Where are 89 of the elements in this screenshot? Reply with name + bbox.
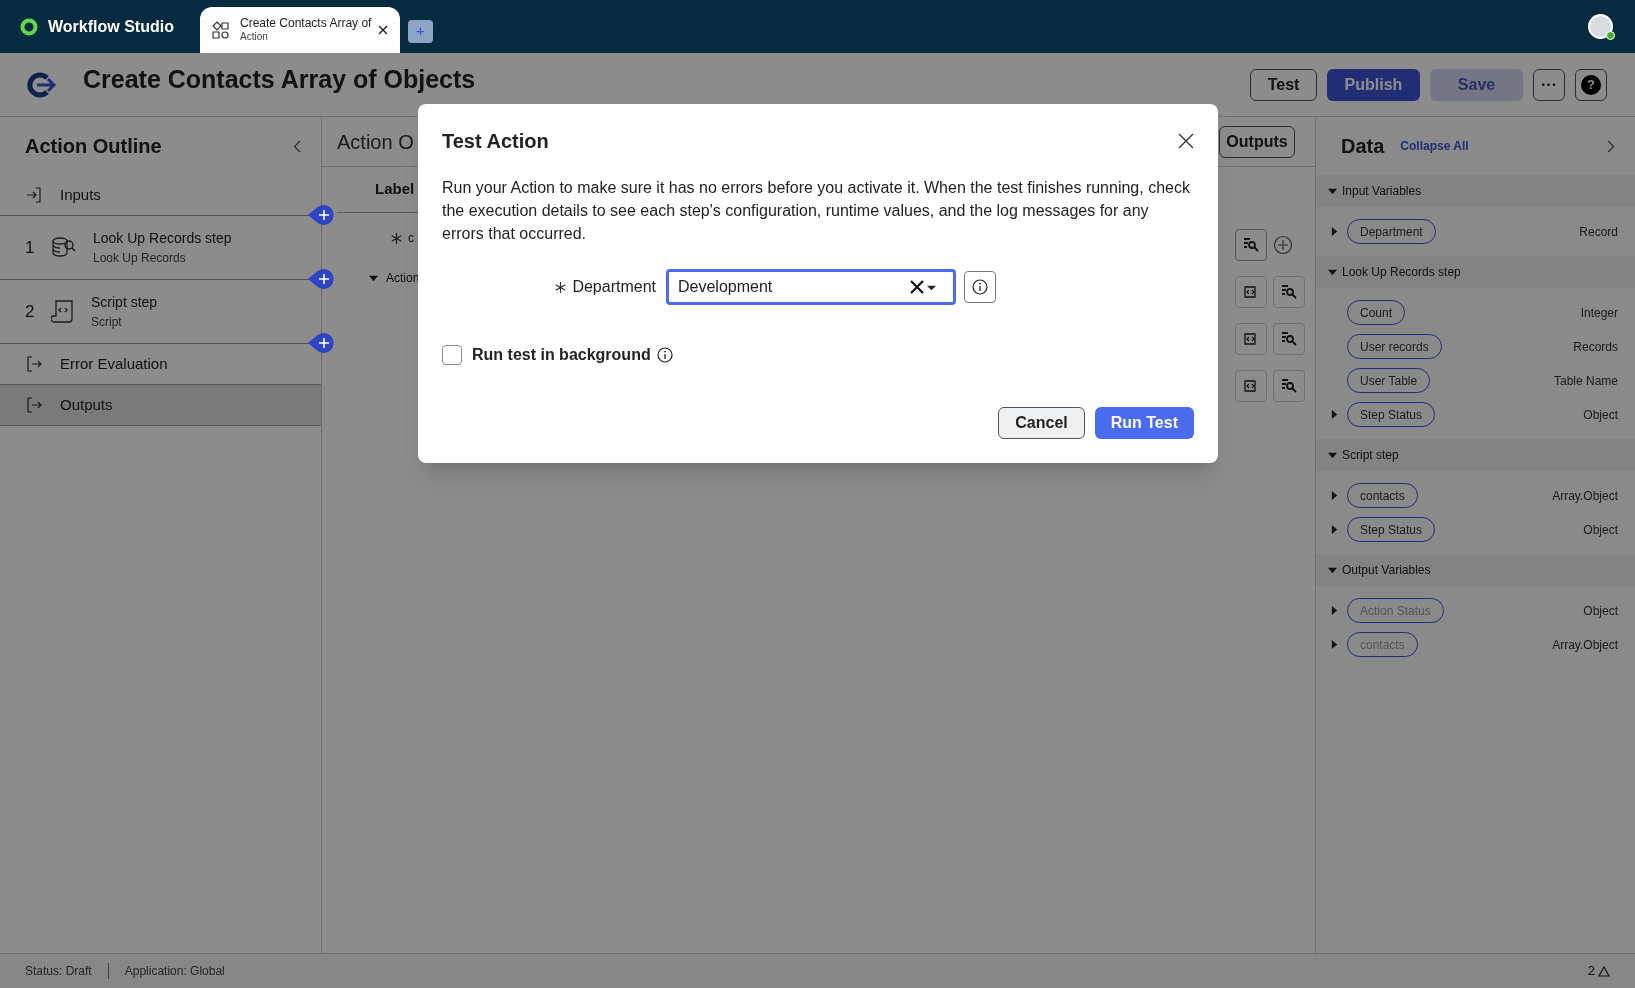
caret-right-icon[interactable]: [1330, 525, 1339, 534]
dialog-button[interactable]: Run Test: [1094, 407, 1194, 439]
script-button[interactable]: [1235, 323, 1267, 355]
combobox-value: Development: [678, 277, 774, 297]
step-title: Script step: [91, 293, 158, 312]
caret-right-icon[interactable]: [1330, 227, 1339, 236]
script-scroll-icon: [51, 298, 75, 325]
output-icon: [26, 355, 42, 373]
pill-search-button[interactable]: [1273, 276, 1305, 308]
variable-type: Object: [1583, 602, 1618, 620]
search-list-icon: [1280, 330, 1298, 348]
field-label: c: [408, 230, 414, 247]
step-type: Script: [91, 314, 123, 331]
variable-type: Table Name: [1553, 372, 1618, 390]
shapes-icon: [212, 21, 230, 39]
search-list-icon: [1280, 377, 1298, 395]
app-name: Workflow Studio: [48, 16, 174, 37]
variable-type: Object: [1583, 521, 1618, 539]
info-icon: [972, 279, 988, 295]
chevron-right-icon[interactable]: [1607, 139, 1615, 153]
collapse-all-link[interactable]: Collapse All: [1400, 137, 1469, 155]
close-icon[interactable]: [378, 25, 388, 35]
column-header: Label: [375, 179, 415, 200]
step-number: 2: [25, 300, 35, 323]
variable-type: Array.Object: [1552, 487, 1618, 505]
required-icon: [391, 232, 402, 244]
pill-search-button[interactable]: [1273, 323, 1305, 355]
panel-title: Action Outline: [25, 134, 162, 159]
step-number: 1: [25, 236, 35, 259]
script-button[interactable]: [1235, 276, 1267, 308]
clear-icon[interactable]: [909, 279, 925, 295]
application-text: Application: Global: [124, 963, 225, 980]
section-title: Script step: [1342, 447, 1399, 464]
department-combobox[interactable]: Development: [666, 269, 956, 305]
variable-type: Records: [1573, 338, 1618, 356]
section-title: Input Variables: [1342, 183, 1422, 200]
outline-label: Error Evaluation: [60, 353, 168, 374]
outline-label: Outputs: [60, 394, 113, 415]
close-icon[interactable]: [1178, 133, 1194, 149]
outline-item[interactable]: Outputs: [0, 385, 321, 426]
section-title: Output Variables: [1342, 562, 1431, 579]
status-text: Status: Draft: [25, 963, 92, 980]
section-header[interactable]: Input Variables: [1316, 175, 1635, 207]
variable-type: Array.Object: [1552, 636, 1618, 654]
search-list-icon: [1242, 236, 1260, 254]
checkbox[interactable]: [442, 345, 462, 365]
tab-subtitle: Action: [240, 31, 269, 44]
pill-search-button[interactable]: [1235, 229, 1267, 261]
step-type: Look Up Records: [93, 250, 187, 267]
dialog-title: Test Action: [442, 129, 549, 154]
help-button[interactable]: ?: [1575, 68, 1607, 101]
outline-label: Inputs: [60, 184, 101, 205]
header-button[interactable]: Publish: [1327, 68, 1420, 101]
variable-type: Object: [1583, 406, 1618, 424]
editor-heading: Action O: [337, 129, 414, 155]
field-label: Department: [572, 277, 656, 297]
checkbox-label: Run test in background: [472, 345, 651, 365]
section-header[interactable]: Look Up Records step: [1316, 256, 1635, 288]
add-circle-icon[interactable]: [1273, 235, 1293, 255]
online-status-icon: [1606, 31, 1615, 40]
panel-title: Data: [1341, 134, 1385, 159]
exit-arrow-icon: [27, 71, 57, 98]
chevron-left-icon[interactable]: [293, 139, 301, 153]
input-icon: [26, 186, 42, 204]
variable-type: Record: [1579, 223, 1618, 241]
step-title: Look Up Records step: [93, 229, 232, 248]
section-title: Look Up Records step: [1342, 264, 1461, 281]
section-header[interactable]: Output Variables: [1316, 554, 1635, 586]
more-button[interactable]: ···: [1533, 68, 1565, 101]
section-header[interactable]: Script step: [1316, 439, 1635, 471]
tab[interactable]: Create Contacts Array of Action: [200, 7, 400, 53]
pill-search-button[interactable]: [1273, 370, 1305, 402]
dialog-description: Run your Action to make sure it has no errors before you activate it. When the test finishes running, check the execution details to see each step's configuration, runtime values, and the log messages for any errors that occurred.: [442, 178, 1191, 244]
warning-icon[interactable]: [1598, 965, 1610, 977]
caret-right-icon[interactable]: [1330, 410, 1339, 419]
dialog-button[interactable]: Cancel: [998, 407, 1085, 439]
search-list-icon: [1280, 283, 1298, 301]
outputs-button[interactable]: Outputs: [1219, 125, 1295, 158]
warning-count[interactable]: 2: [1587, 961, 1595, 981]
info-icon: [656, 347, 673, 363]
info-button[interactable]: [964, 271, 996, 303]
output-icon: [26, 396, 42, 414]
header-button[interactable]: Test: [1250, 68, 1317, 101]
caret-right-icon[interactable]: [1330, 491, 1339, 500]
avatar[interactable]: [1588, 14, 1613, 39]
page-title: Create Contacts Array of Objects: [83, 63, 476, 95]
script-button[interactable]: [1235, 370, 1267, 402]
logo-icon: [20, 17, 38, 36]
variable-type: Integer: [1580, 304, 1618, 322]
